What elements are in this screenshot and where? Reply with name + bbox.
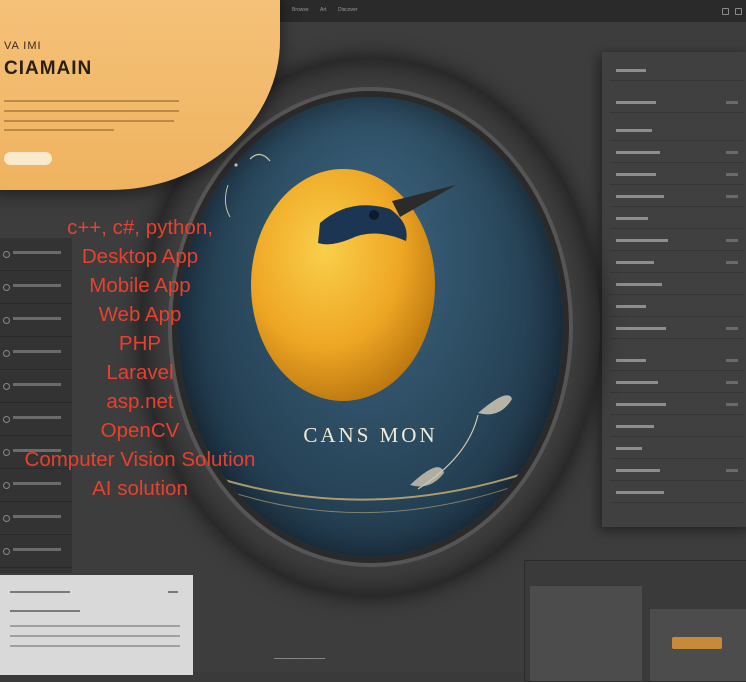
sidebar-item[interactable]: [0, 502, 72, 535]
panel-row-label: [616, 69, 646, 72]
panel-row-value: [726, 239, 738, 242]
panel-row[interactable]: [610, 440, 744, 459]
overlay-line: Laravel: [106, 361, 174, 384]
panel-row[interactable]: [610, 352, 744, 371]
overlay-line: OpenCV: [100, 419, 180, 442]
panel-row[interactable]: [610, 462, 744, 481]
leaf: [478, 395, 512, 415]
hero-button[interactable]: [4, 152, 52, 165]
hero-text-line: [4, 110, 179, 112]
nav-link-art[interactable]: Art: [320, 7, 326, 13]
panel-row-label: [616, 283, 662, 286]
panel-row-label: [616, 305, 646, 308]
overlay-line: c++, c#, python,: [67, 216, 213, 239]
panel-row-label: [616, 173, 656, 176]
text-line: [168, 591, 178, 593]
panel-row[interactable]: [610, 320, 744, 339]
panel-row-value: [726, 381, 738, 384]
action-button[interactable]: [672, 637, 722, 649]
text-line: [10, 610, 80, 612]
panel-row-value: [726, 327, 738, 330]
panel-row[interactable]: [610, 396, 744, 415]
panel-row[interactable]: [610, 374, 744, 393]
panel-row-label: [616, 217, 648, 220]
panel-row-value: [726, 101, 738, 104]
panel-row[interactable]: [610, 232, 744, 251]
panel-row[interactable]: [610, 254, 744, 273]
panel-row-value: [726, 151, 738, 154]
panel-row-label: [616, 101, 656, 104]
panel-row[interactable]: [610, 298, 744, 317]
bird-eye: [369, 210, 379, 220]
panel-row[interactable]: [610, 484, 744, 503]
overlay-line: Web App: [98, 303, 182, 326]
overlay-line: asp.net: [106, 390, 174, 413]
star-dot: [234, 163, 238, 167]
bird-beak: [392, 185, 456, 217]
panel-row[interactable]: [610, 62, 744, 81]
panel-row[interactable]: [610, 276, 744, 295]
menu-icon[interactable]: [735, 8, 742, 15]
sidebar-item-label: [13, 548, 61, 551]
panel-row-label: [616, 447, 642, 450]
panel-row[interactable]: [610, 144, 744, 163]
overlay-line: AI solution: [92, 477, 188, 500]
hero-text-line: [4, 120, 174, 122]
panel-row-value: [726, 261, 738, 264]
panel-row[interactable]: [610, 166, 744, 185]
sidebar-item-label: [13, 515, 61, 518]
panel-row-label: [616, 491, 664, 494]
hero-eyebrow: VA IMI: [4, 40, 42, 52]
nav-link-browse[interactable]: Browse: [292, 7, 309, 13]
sidebar-item[interactable]: [0, 535, 72, 568]
panel-row-value: [726, 469, 738, 472]
overlay-text: c++, c#, python, Desktop App Mobile App …: [0, 213, 280, 503]
hero-text-line: [4, 100, 179, 102]
overlay-line: Computer Vision Solution: [24, 448, 256, 471]
settings-icon[interactable]: [722, 8, 729, 15]
panel-row-label: [616, 327, 666, 330]
bottom-right-panel: [524, 560, 746, 682]
panel-row-label: [616, 195, 664, 198]
text-line: [10, 591, 70, 593]
panel-row-label: [616, 151, 660, 154]
right-panel: [602, 52, 746, 527]
panel-row[interactable]: [610, 418, 744, 437]
panel-row[interactable]: [610, 122, 744, 141]
moon-arc: [249, 153, 271, 162]
text-line: [10, 635, 180, 637]
hero-text-line: [4, 129, 114, 131]
panel-row-label: [616, 425, 654, 428]
bottom-left-panel: [0, 575, 193, 675]
circle-icon: [3, 548, 10, 555]
overlay-line: PHP: [118, 332, 162, 355]
panel-row-value: [726, 195, 738, 198]
panel-row-label: [616, 261, 654, 264]
footer-text: ─────────: [274, 654, 326, 663]
panel-row-label: [616, 359, 646, 362]
panel-row-label: [616, 239, 668, 242]
panel-row-label: [616, 403, 666, 406]
panel-row[interactable]: [610, 94, 744, 113]
panel-row-value: [726, 173, 738, 176]
hero-title: CIAMAIN: [4, 58, 93, 79]
overlay-line: Mobile App: [89, 274, 191, 297]
panel-row[interactable]: [610, 188, 744, 207]
panel-row-label: [616, 381, 658, 384]
text-line: [10, 625, 180, 627]
panel-row-value: [726, 403, 738, 406]
card: [530, 586, 642, 681]
circle-icon: [3, 515, 10, 522]
panel-row[interactable]: [610, 210, 744, 229]
nav-link-discover[interactable]: Discover: [338, 7, 357, 13]
panel-row-label: [616, 469, 660, 472]
panel-row-value: [726, 359, 738, 362]
text-line: [10, 645, 180, 647]
panel-row-label: [616, 129, 652, 132]
overlay-line: Desktop App: [81, 245, 199, 268]
